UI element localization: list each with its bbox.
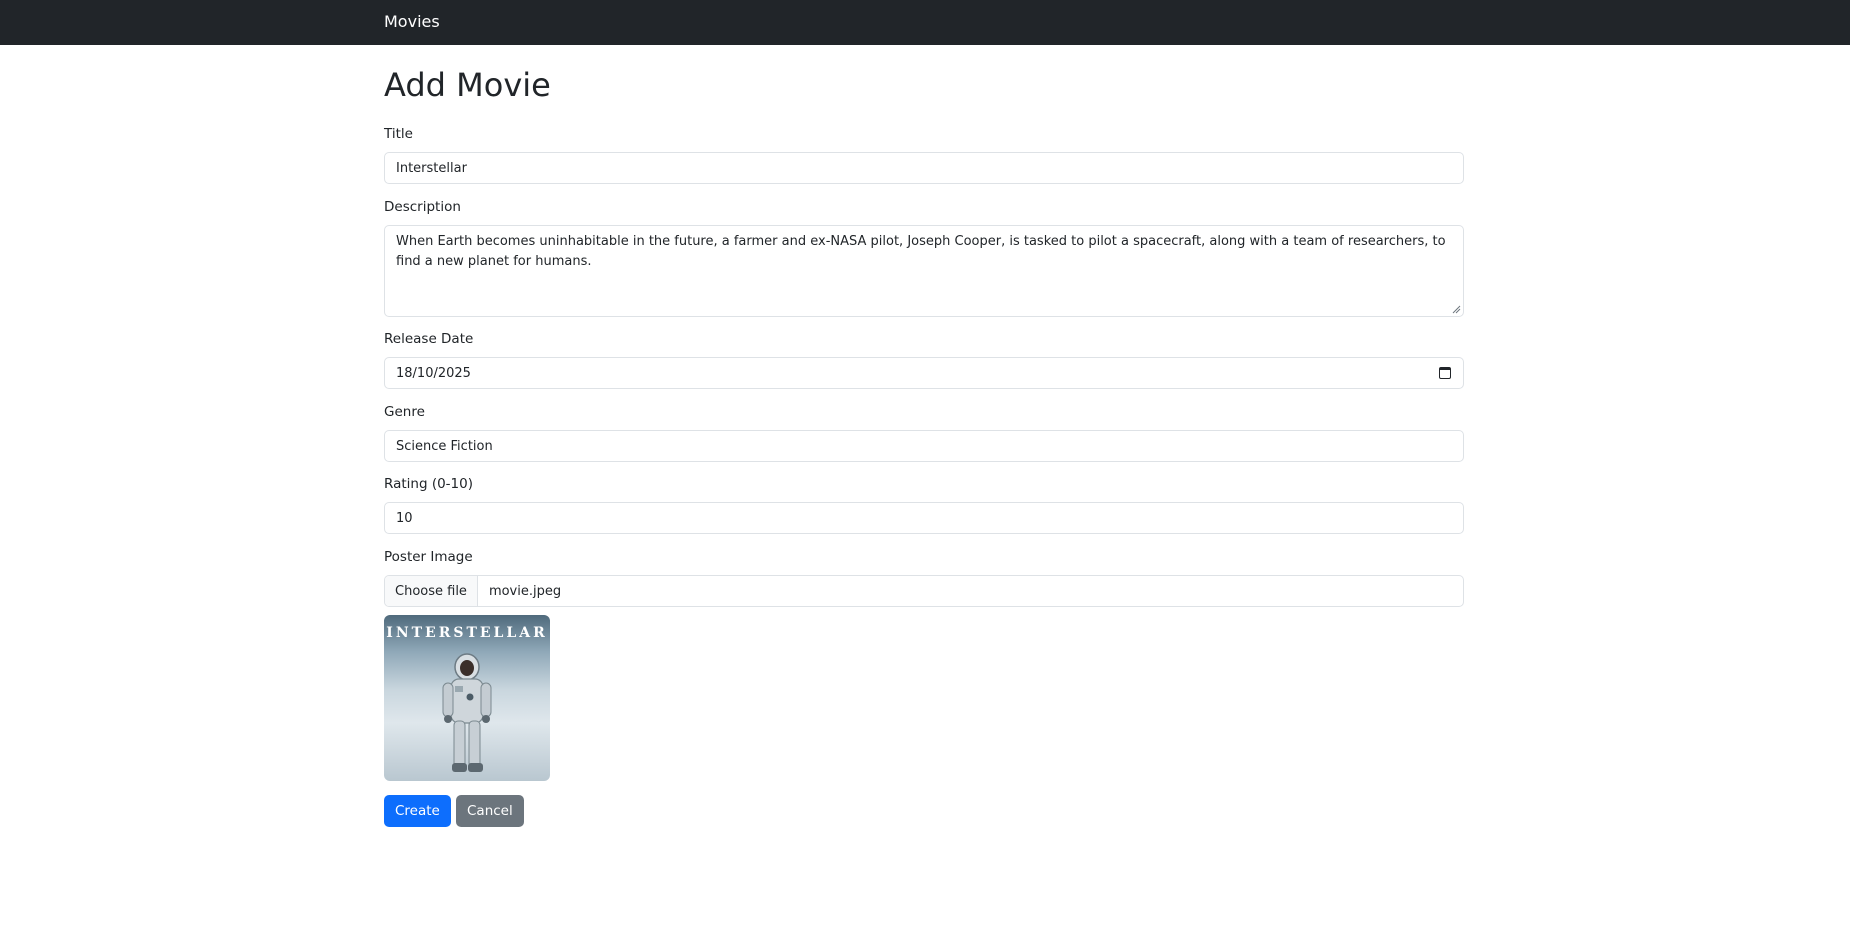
genre-input[interactable]: Science Fiction [384, 430, 1464, 462]
poster-preview-title: INTERSTELLAR [386, 625, 548, 641]
description-textarea[interactable]: When Earth becomes uninhabitable in the … [384, 225, 1464, 317]
selected-file-name: movie.jpeg [488, 583, 562, 599]
title-input[interactable]: Interstellar [384, 152, 1464, 184]
description-label: Description [384, 199, 461, 215]
navbar-brand[interactable]: Movies [384, 12, 440, 32]
release-date-input[interactable]: 18/10/2025 [384, 357, 1464, 389]
create-button[interactable]: Create [384, 795, 451, 827]
genre-input-value: Science Fiction [396, 438, 493, 454]
cancel-button[interactable]: Cancel [456, 795, 524, 827]
navbar: Movies [0, 0, 1850, 45]
rating-label: Rating (0-10) [384, 476, 473, 492]
title-label: Title [384, 126, 413, 142]
genre-label: Genre [384, 404, 425, 420]
rating-input[interactable]: 10 [384, 502, 1464, 534]
poster-preview-image: INTERSTELLAR [384, 615, 550, 781]
choose-file-button[interactable]: Choose file [385, 576, 478, 606]
title-input-value: Interstellar [396, 160, 467, 176]
release-date-value: 18/10/2025 [396, 365, 471, 381]
page-title: Add Movie [384, 66, 551, 104]
astronaut-figure-icon [442, 653, 492, 772]
poster-image-label: Poster Image [384, 549, 473, 565]
description-textarea-value: When Earth becomes uninhabitable in the … [396, 234, 1446, 269]
calendar-icon[interactable] [1439, 367, 1451, 379]
resize-handle-icon[interactable] [1451, 304, 1461, 314]
poster-file-input[interactable]: Choose file movie.jpeg [384, 575, 1464, 607]
release-date-label: Release Date [384, 331, 474, 347]
rating-input-value: 10 [396, 510, 413, 526]
